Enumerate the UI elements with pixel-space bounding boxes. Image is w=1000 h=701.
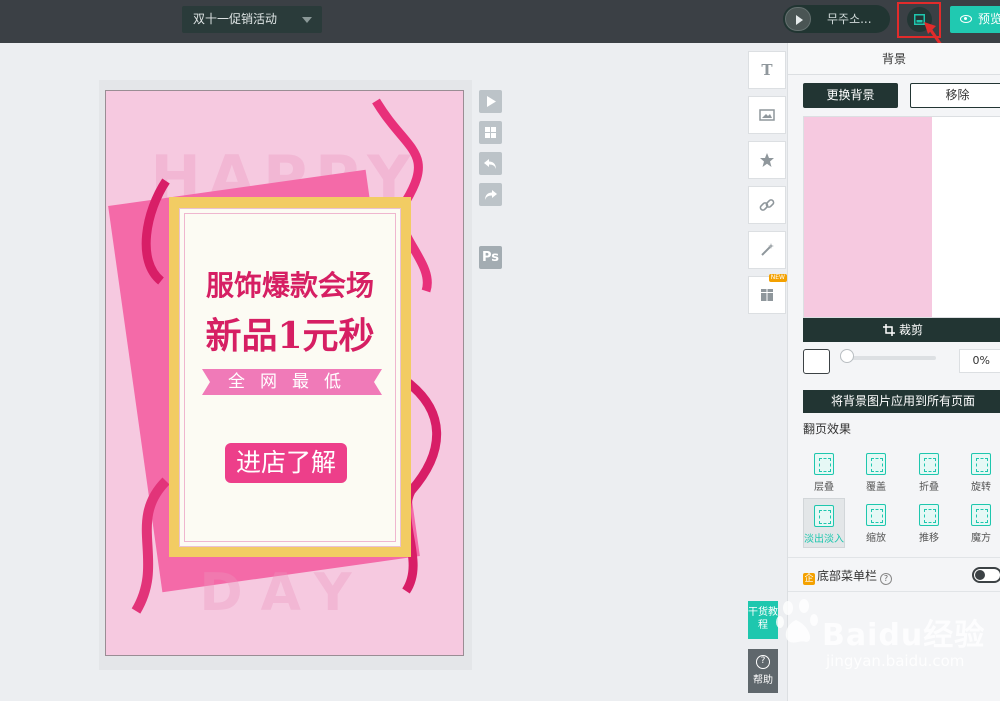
- link-tool[interactable]: [748, 186, 786, 224]
- image-tool[interactable]: [748, 96, 786, 134]
- grid-icon: [485, 127, 496, 138]
- effect-label: 旋转: [971, 482, 991, 493]
- fold-effect-icon: [919, 453, 939, 475]
- divider: [788, 557, 1000, 558]
- components-tool[interactable]: NEW: [748, 274, 787, 314]
- stack-effect-icon: [814, 453, 834, 475]
- help-button[interactable]: ? 帮助: [748, 649, 778, 693]
- background-color-picker[interactable]: [803, 349, 830, 374]
- apply-background-all-pages-button[interactable]: 将背景图片应用到所有页面: [803, 390, 1000, 413]
- effect-zoom[interactable]: 缩放: [855, 498, 897, 548]
- tutorial-label: 干货教程: [748, 607, 778, 631]
- poster-content-panel: 服饰爆款会场 新品1元秒 全网最低 进店了解: [179, 208, 401, 547]
- shop-now-button[interactable]: 进店了解: [225, 443, 347, 483]
- effect-label: 缩放: [866, 533, 886, 544]
- effect-cover[interactable]: 覆盖: [855, 447, 897, 497]
- crop-label: 裁剪: [898, 323, 923, 337]
- undo-icon: [484, 159, 496, 169]
- grid-tool[interactable]: [479, 121, 502, 144]
- text-tool[interactable]: T: [748, 51, 786, 89]
- background-preview-image: [804, 117, 932, 317]
- bg-word-day: DAY: [199, 563, 370, 623]
- watermark-brand: Baidu经验: [822, 618, 986, 653]
- opacity-value-input[interactable]: 0%: [959, 349, 1000, 373]
- opacity-slider-handle[interactable]: [840, 349, 854, 363]
- ps-import-tool[interactable]: Ps: [479, 246, 502, 269]
- bottom-menu-toggle[interactable]: [972, 567, 1000, 583]
- crop-icon: [882, 324, 895, 336]
- panel-title: 背景: [788, 43, 1000, 75]
- effect-label: 覆盖: [866, 482, 886, 493]
- page-effects-label: 翻页效果: [803, 422, 852, 436]
- effect-label: 推移: [919, 533, 939, 544]
- cover-effect-icon: [866, 453, 886, 475]
- zoom-effect-icon: [866, 504, 886, 526]
- baidu-watermark: Baidu经验 jingyan.baidu.com: [776, 590, 998, 680]
- effect-fade[interactable]: 淡出淡入: [803, 498, 845, 548]
- effect-label: 淡出淡入: [804, 534, 844, 545]
- eye-icon: [960, 15, 972, 23]
- magic-wand-icon: [761, 243, 774, 256]
- bottom-menu-setting: 企底部菜单栏?: [803, 567, 893, 585]
- redo-tool[interactable]: [479, 183, 502, 206]
- help-icon[interactable]: ?: [880, 573, 893, 585]
- push-effect-icon: [919, 504, 939, 526]
- poster-page[interactable]: HAPPY 服饰爆款会场 新品1元秒 全网最低 进店了解 DAY: [105, 90, 464, 656]
- headline-line2[interactable]: 新品1元秒: [180, 307, 400, 359]
- help-label: 帮助: [753, 675, 773, 686]
- background-preview: [803, 116, 1000, 318]
- rotate-effect-icon: [971, 453, 991, 475]
- bottom-menu-label: 底部菜单栏: [817, 569, 878, 583]
- vip-badge-icon: 企: [803, 573, 815, 585]
- music-title: 무주소...: [827, 12, 872, 26]
- effect-label: 层叠: [814, 482, 834, 493]
- preview-label: 预览: [978, 12, 1000, 26]
- question-icon: ?: [756, 655, 770, 669]
- effect-stack[interactable]: 层叠: [803, 447, 845, 497]
- paw-logo-icon: [776, 599, 818, 643]
- crop-button[interactable]: 裁剪: [803, 318, 1000, 342]
- undo-tool[interactable]: [479, 152, 502, 175]
- remove-background-button[interactable]: 移除: [910, 83, 1000, 108]
- effect-rotate[interactable]: 旋转: [960, 447, 1000, 497]
- effect-cube[interactable]: 魔方: [960, 498, 1000, 548]
- redo-icon: [485, 190, 497, 200]
- new-badge: NEW: [768, 274, 787, 282]
- headline-line1[interactable]: 服饰爆款会场: [180, 264, 400, 304]
- image-icon: [759, 109, 775, 121]
- play-preview-tool[interactable]: [479, 90, 502, 113]
- link-icon: [759, 199, 775, 211]
- chevron-down-icon: [302, 17, 312, 23]
- watermark-url: jingyan.baidu.com: [826, 652, 965, 670]
- fade-effect-icon: [814, 505, 834, 527]
- effects-tool[interactable]: [748, 231, 786, 269]
- change-background-button[interactable]: 更换背景: [803, 83, 898, 108]
- gift-icon: [761, 289, 773, 301]
- effect-label: 魔方: [971, 533, 991, 544]
- shape-tool[interactable]: [748, 141, 786, 179]
- music-player[interactable]: 무주소...: [783, 5, 890, 33]
- tutorial-button[interactable]: 干货教程: [748, 601, 778, 639]
- top-toolbar: 双十一促销活动 무주소... 预览: [0, 0, 1000, 43]
- opacity-slider-track[interactable]: [840, 356, 936, 360]
- effect-label: 折叠: [919, 482, 939, 493]
- activity-title-text: 双十一促销活动: [193, 12, 278, 26]
- activity-title-select[interactable]: 双十一促销活动: [182, 6, 322, 33]
- play-icon[interactable]: [785, 7, 811, 31]
- effect-fold[interactable]: 折叠: [908, 447, 950, 497]
- star-icon: [760, 153, 774, 167]
- text-icon: T: [761, 61, 773, 79]
- effect-push[interactable]: 推移: [908, 498, 950, 548]
- cube-effect-icon: [971, 504, 991, 526]
- price-tag-ribbon[interactable]: 全网最低: [202, 369, 382, 395]
- play-icon: [487, 96, 496, 107]
